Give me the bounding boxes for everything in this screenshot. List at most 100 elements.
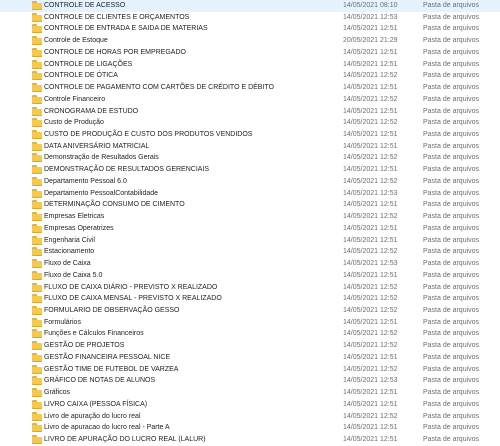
folder-icon [32,247,42,257]
file-row[interactable]: CONTROLE DE ÓTICA 14/05/2021 12:52 Pasta d… [0,70,500,82]
folder-icon [32,259,42,269]
file-type: Pasta de arquivos [423,306,480,314]
file-row[interactable]: CONTROLE DE HORAS POR EMPREGADO 14/05/202… [0,47,500,59]
file-type: Pasta de arquivos [423,201,480,209]
folder-icon [32,341,42,351]
file-name: Departamento PessoalContabilidade [44,189,159,197]
file-type: Pasta de arquivos [423,271,480,279]
file-row[interactable]: FLUXO DE CAIXA MENSAL - PREVISTO X REALI… [0,293,500,305]
file-date-modified: 14/05/2021 12:51 [343,424,398,432]
file-row[interactable]: GESTÃO DE PROJETOS 14/05/2021 12:52 Pasta … [0,340,500,352]
file-name: DEMONSTRAÇÃO DE RESULTADOS GERENCIAIS [44,166,210,174]
file-type: Pasta de arquivos [423,365,480,373]
file-row[interactable]: Livro de apuracao do lucro real - Parte … [0,422,500,434]
file-name: CONTROLE DE ENTRADA E SAIDA DE MATERIAS [44,25,208,33]
file-name: FORMULARIO DE OBSERVAÇÃO GESSO [44,306,180,314]
file-row[interactable]: GESTÃO FINANCEIRA PESSOAL NICE 14/05/2021… [0,352,500,364]
file-date-modified: 14/05/2021 12:52 [343,342,398,350]
file-name: GESTÃO DE PROJETOS [44,342,125,350]
file-row[interactable]: Gráficos 14/05/2021 12:51 Pasta de arquivo… [0,387,500,399]
folder-icon [32,223,42,233]
file-row[interactable]: Custo de Produção 14/05/2021 12:52 Pasta d… [0,117,500,129]
folder-icon [32,176,42,186]
file-name: Livro de apuração do lucro real [44,412,141,420]
file-name: Fluxo de Caixa 5.0 [44,271,103,279]
file-date-modified: 14/05/2021 12:51 [343,353,398,361]
file-row[interactable]: Empresas Eletricas 14/05/2021 12:52 Pasta … [0,211,500,223]
folder-icon [32,12,42,22]
file-type: Pasta de arquivos [423,177,480,185]
file-date-modified: 14/05/2021 12:51 [343,84,398,92]
file-type: Pasta de arquivos [423,224,480,232]
file-date-modified: 14/05/2021 12:52 [343,119,398,127]
file-date-modified: 14/05/2021 12:51 [343,201,398,209]
file-date-modified: 14/05/2021 12:52 [343,295,398,303]
file-type: Pasta de arquivos [423,248,480,256]
folder-icon [32,83,42,93]
folder-icon [32,1,42,10]
file-name: FLUXO DE CAIXA DIÁRIO - PREVISTO X REALI… [44,283,218,291]
file-row[interactable]: GESTÃO TIME DE FUTEBOL DE VARZEA 14/05/20… [0,364,500,376]
file-row[interactable]: FORMULARIO DE OBSERVAÇÃO GESSO 14/05/2021… [0,305,500,317]
file-date-modified: 14/05/2021 12:52 [343,365,398,373]
file-name: CONTROLE DE CLIENTES E ORÇAMENTOS [44,13,190,21]
file-row[interactable]: CONTROLE DE ENTRADA E SAIDA DE MATERIAS 1… [0,23,500,35]
file-row[interactable]: Controle Financeiro 14/05/2021 12:52 Pasta… [0,94,500,106]
file-name: CONTROLE DE HORAS POR EMPREGADO [44,48,186,56]
file-row[interactable]: Empresas Operatrizes 14/05/2021 12:51 Past… [0,223,500,235]
file-row[interactable]: Fluxo de Caixa 14/05/2021 12:53 Pasta de a… [0,258,500,270]
file-row[interactable]: Estacionamento 14/05/2021 12:52 Pasta de a… [0,246,500,258]
file-type: Pasta de arquivos [423,60,480,68]
file-row[interactable]: Engenharia Civil 14/05/2021 12:51 Pasta de… [0,235,500,247]
file-row[interactable]: Funções e Cálculos Financeiros 14/05/2021… [0,328,500,340]
file-row[interactable]: Livro de apuração do lucro real 14/05/202… [0,411,500,423]
file-row[interactable]: Fluxo de Caixa 5.0 14/05/2021 12:51 Pasta … [0,270,500,282]
file-row[interactable]: DATA ANIVERSÁRIO MATRICIAL 14/05/2021 12:… [0,141,500,153]
file-type: Pasta de arquivos [423,95,480,103]
file-type: Pasta de arquivos [423,84,480,92]
file-row[interactable]: Demonstração de Resultados Gerais 14/05/2… [0,152,500,164]
file-row[interactable]: GRÁFICO DE NOTAS DE ALUNOS 14/05/2021 12:… [0,375,500,387]
file-row[interactable]: Departamento Pessoal 6.0 14/05/2021 12:52… [0,176,500,188]
file-row[interactable]: DEMONSTRAÇÃO DE RESULTADOS GERENCIAIS 14/… [0,164,500,176]
folder-icon [32,411,42,421]
file-row[interactable]: CONTROLE DE LIGAÇÕES 14/05/2021 12:51 Past… [0,59,500,71]
file-name: Formulários [44,318,81,326]
file-date-modified: 14/05/2021 12:52 [343,330,398,338]
file-row[interactable]: CUSTO DE PRODUÇÃO E CUSTO DOS PRODUTOS V… [0,129,500,141]
file-row[interactable]: Departamento PessoalContabilidade 14/05/2… [0,188,500,200]
file-type: Pasta de arquivos [423,25,480,33]
file-row[interactable]: LIVRO CAIXA (PESSOA FÍSICA) 14/05/2021 12… [0,399,500,411]
folder-icon [32,141,42,151]
file-date-modified: 14/05/2021 12:52 [343,72,398,80]
file-date-modified: 14/05/2021 12:51 [343,400,398,408]
file-type: Pasta de arquivos [423,353,480,361]
file-row[interactable]: Controle de Estoque 20/05/2021 21:29 Pasta… [0,35,500,47]
folder-icon [32,352,42,362]
file-row[interactable]: FLUXO DE CAIXA DIÁRIO - PREVISTO X REALI… [0,282,500,294]
folder-icon [32,399,42,409]
file-row[interactable]: DETERMINAÇÃO CONSUMO DE CIMENTO 14/05/202… [0,199,500,211]
folder-icon [32,364,42,374]
file-type: Pasta de arquivos [423,436,480,443]
file-type: Pasta de arquivos [423,2,480,9]
folder-icon [32,106,42,116]
file-date-modified: 14/05/2021 12:52 [343,177,398,185]
file-name: Controle Financeiro [44,95,106,103]
file-name: Fluxo de Caixa [44,260,91,268]
file-type: Pasta de arquivos [423,342,480,350]
file-type: Pasta de arquivos [423,260,480,268]
file-row[interactable]: CONTROLE DE CLIENTES E ORÇAMENTOS 14/05/2… [0,12,500,24]
folder-icon [32,47,42,57]
file-row[interactable]: CRONOGRAMA DE ESTUDO 14/05/2021 12:51 Past… [0,106,500,118]
file-row[interactable]: Formulários 14/05/2021 12:51 Pasta de arqu… [0,317,500,329]
file-date-modified: 14/05/2021 12:51 [343,236,398,244]
file-name: LIVRO CAIXA (PESSOA FÍSICA) [44,400,148,408]
folder-icon [32,153,42,163]
file-type: Pasta de arquivos [423,107,480,115]
file-row[interactable]: CONTROLE DE ACESSO 14/05/2021 08:10 Pasta … [0,0,500,12]
file-row[interactable]: CONTROLE DE PAGAMENTO COM CARTÕES DE CRÉ… [0,82,500,94]
file-name: Gráficos [44,389,71,397]
file-type: Pasta de arquivos [423,189,480,197]
file-row[interactable]: LIVRO DE APURAÇÃO DO LUCRO REAL (LALUR) 1… [0,434,500,446]
